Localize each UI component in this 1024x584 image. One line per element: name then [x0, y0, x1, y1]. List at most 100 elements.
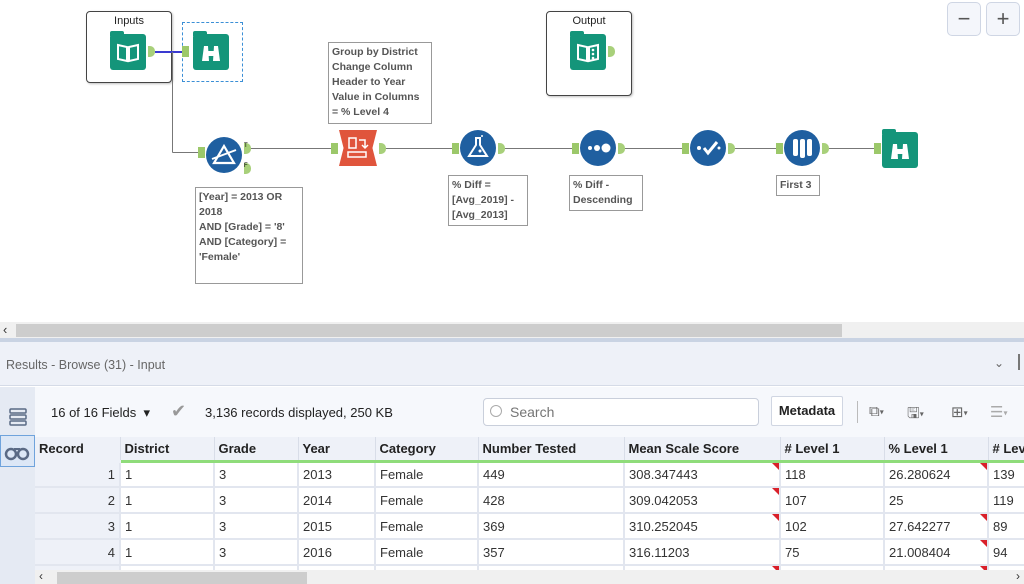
filter-tool[interactable] — [206, 137, 242, 173]
table-cell[interactable]: 2016 — [298, 539, 376, 566]
scrollbar-thumb[interactable] — [16, 324, 842, 337]
table-cell[interactable]: 26.280624 — [884, 461, 989, 488]
canvas-horizontal-scrollbar[interactable]: ‹ — [0, 322, 1024, 338]
copy-dropdown-button[interactable]: ⧉▾ — [869, 403, 884, 421]
fields-dropdown[interactable]: 16 of 16 Fields ▾ — [51, 405, 150, 421]
output-data-tool[interactable] — [570, 31, 606, 70]
table-cell[interactable]: 2015 — [298, 513, 376, 540]
table-cell[interactable]: Female — [375, 461, 479, 488]
table-cell[interactable]: 25 — [884, 487, 989, 514]
table-cell[interactable]: Female — [375, 513, 479, 540]
filter-true-anchor[interactable]: T — [244, 143, 251, 154]
menu-dropdown-button[interactable]: ☰▾ — [990, 403, 1007, 421]
formula-input-anchor[interactable] — [452, 143, 459, 154]
chevron-down-icon[interactable]: ⌄ — [994, 356, 1004, 370]
zoom-out-button[interactable]: − — [947, 2, 981, 36]
table-cell[interactable]: 308.347443 — [624, 461, 781, 488]
filter-false-anchor[interactable]: F — [244, 163, 251, 174]
select-input-anchor[interactable] — [682, 143, 689, 154]
column-header[interactable]: Mean Scale Score — [624, 437, 781, 463]
column-header[interactable]: % Level 1 — [884, 437, 989, 463]
table-cell[interactable]: Female — [375, 539, 479, 566]
column-header[interactable]: District — [120, 437, 215, 463]
table-cell[interactable]: 118 — [780, 461, 885, 488]
pin-icon[interactable] — [1018, 354, 1024, 370]
column-header[interactable]: Grade — [214, 437, 299, 463]
table-cell[interactable]: 1 — [120, 513, 215, 540]
scroll-right-icon[interactable]: › — [1016, 569, 1020, 583]
table-view-button[interactable] — [2, 401, 34, 433]
crosstab-tool[interactable] — [339, 130, 377, 166]
scrollbar-thumb[interactable] — [57, 572, 307, 584]
table-cell[interactable]: 309.042053 — [624, 487, 781, 514]
table-cell[interactable]: 310.252045 — [624, 513, 781, 540]
table-cell[interactable]: 2013 — [298, 461, 376, 488]
metadata-button[interactable]: Metadata — [771, 396, 843, 426]
column-header[interactable]: # Level 2 — [988, 437, 1024, 463]
workflow-canvas[interactable]: Inputs Output T F [Year] = 2013 OR 2018 … — [0, 0, 1024, 322]
browse-tool[interactable] — [193, 31, 229, 70]
input-data-tool[interactable] — [110, 31, 146, 70]
browse-input-anchor[interactable] — [182, 46, 189, 57]
sort-tool[interactable] — [580, 130, 616, 166]
record-number[interactable]: 3 — [35, 513, 121, 540]
search-input[interactable] — [510, 403, 750, 421]
table-cell[interactable]: 3 — [214, 461, 299, 488]
sample-tool[interactable] — [784, 130, 820, 166]
select-tool[interactable] — [690, 130, 726, 166]
table-row[interactable]: 4 1 3 2016 Female 357 316.11203 75 21.008404 94 — [35, 539, 1024, 566]
table-cell[interactable]: 2014 — [298, 487, 376, 514]
select-output-anchor[interactable] — [728, 143, 735, 154]
zoom-in-button[interactable]: + — [986, 2, 1020, 36]
table-cell[interactable]: 21.008404 — [884, 539, 989, 566]
scroll-left-icon[interactable]: ‹ — [39, 569, 43, 583]
table-cell[interactable]: 102 — [780, 513, 885, 540]
save-dropdown-button[interactable]: 🖫▾ — [907, 403, 924, 422]
browse-view-button[interactable] — [0, 435, 35, 467]
table-cell[interactable]: 94 — [988, 539, 1024, 566]
table-cell[interactable]: 1 — [120, 539, 215, 566]
record-number[interactable]: 4 — [35, 539, 121, 566]
sample-input-anchor[interactable] — [776, 143, 783, 154]
table-cell[interactable]: 316.11203 — [624, 539, 781, 566]
table-cell[interactable]: 3 — [214, 513, 299, 540]
table-cell[interactable]: 428 — [478, 487, 625, 514]
table-cell[interactable]: 75 — [780, 539, 885, 566]
grid-horizontal-scrollbar[interactable]: ‹ › — [35, 569, 1024, 584]
scroll-left-icon[interactable]: ‹ — [3, 322, 7, 337]
crosstab-input-anchor[interactable] — [331, 143, 338, 154]
browse2-input-anchor[interactable] — [874, 143, 881, 154]
table-cell[interactable]: 3 — [214, 487, 299, 514]
crosstab-output-anchor[interactable] — [379, 143, 386, 154]
sample-output-anchor[interactable] — [822, 143, 829, 154]
table-cell[interactable]: 449 — [478, 461, 625, 488]
table-cell[interactable]: 27.642277 — [884, 513, 989, 540]
table-cell[interactable]: 369 — [478, 513, 625, 540]
column-header[interactable]: Number Tested — [478, 437, 625, 463]
table-row[interactable]: 3 1 3 2015 Female 369 310.252045 102 27.642277 89 — [35, 513, 1024, 540]
sort-output-anchor[interactable] — [618, 143, 625, 154]
column-header[interactable]: Record — [35, 437, 121, 463]
formula-output-anchor[interactable] — [498, 143, 505, 154]
sort-input-anchor[interactable] — [572, 143, 579, 154]
table-cell[interactable]: Female — [375, 487, 479, 514]
table-row[interactable]: 1 1 3 2013 Female 449 308.347443 118 26.280624 13… — [35, 461, 1024, 488]
column-header[interactable]: Year — [298, 437, 376, 463]
search-box[interactable] — [483, 398, 759, 426]
table-cell[interactable]: 139 — [988, 461, 1024, 488]
table-cell[interactable]: 107 — [780, 487, 885, 514]
column-header[interactable]: Category — [375, 437, 479, 463]
table-cell[interactable]: 3 — [214, 539, 299, 566]
column-header[interactable]: # Level 1 — [780, 437, 885, 463]
table-row[interactable]: 2 1 3 2014 Female 428 309.042053 107 25 119 — [35, 487, 1024, 514]
results-grid[interactable]: Record District Grade Year Category Number Te… — [35, 437, 1024, 570]
table-cell[interactable]: 89 — [988, 513, 1024, 540]
formula-tool[interactable] — [460, 130, 496, 166]
table-cell[interactable]: 1 — [120, 461, 215, 488]
record-number[interactable]: 2 — [35, 487, 121, 514]
table-cell[interactable]: 119 — [988, 487, 1024, 514]
table-cell[interactable]: 357 — [478, 539, 625, 566]
table-cell[interactable]: 1 — [120, 487, 215, 514]
browse-tool-2[interactable] — [882, 129, 918, 168]
record-number[interactable]: 1 — [35, 461, 121, 488]
